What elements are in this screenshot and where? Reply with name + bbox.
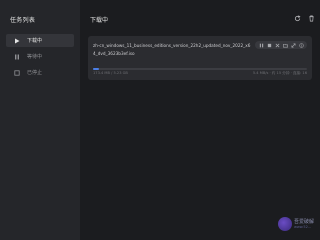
sidebar-item-waiting[interactable]: 等待中 [6, 50, 74, 63]
open-folder-button[interactable] [282, 42, 288, 48]
page-title: 下载中 [90, 17, 109, 24]
task-name: zh-cn_windows_11_business_editions_versi… [93, 43, 251, 56]
speed-info: 5.4 MB/s · 约 15 分钟 · 连接: 16 [252, 71, 307, 75]
watermark: 吾爱破解 www.52... [277, 217, 314, 231]
sidebar-title: 任务列表 [10, 17, 36, 24]
pause-task-button[interactable] [258, 42, 264, 48]
close-icon [275, 43, 279, 47]
progress-bar [93, 68, 307, 70]
task-card[interactable]: zh-cn_windows_11_business_editions_versi… [88, 36, 312, 80]
task-toolbar [255, 41, 307, 49]
pause-icon [12, 54, 22, 60]
play-icon [12, 38, 22, 44]
refresh-button[interactable] [293, 14, 302, 23]
stop-task-button[interactable] [266, 42, 272, 48]
app-window: 任务列表 下载中 等待中 已停止 下载中 zh-cn_windows_11_bu… [0, 0, 320, 240]
clear-button[interactable] [307, 14, 316, 23]
progress-fill [93, 68, 100, 70]
copy-link-button[interactable] [290, 42, 296, 48]
stop-icon [267, 43, 271, 47]
sidebar-item-label: 已停止 [27, 70, 43, 76]
pause-icon [259, 43, 263, 47]
folder-icon [282, 43, 288, 47]
downloaded-size: 173.4 MB / 5.23 GB [93, 71, 128, 75]
delete-task-button[interactable] [274, 42, 280, 48]
sidebar: 任务列表 下载中 等待中 已停止 [0, 0, 80, 240]
sidebar-item-downloading[interactable]: 下载中 [6, 34, 74, 47]
info-icon [298, 42, 304, 48]
main-panel: 下载中 zh-cn_windows_11_business_editions_v… [80, 0, 320, 240]
task-stats: 173.4 MB / 5.23 GB 5.4 MB/s · 约 15 分钟 · … [93, 71, 307, 75]
sidebar-item-stopped[interactable]: 已停止 [6, 66, 74, 79]
sidebar-item-label: 等待中 [27, 54, 43, 60]
stop-icon [12, 69, 22, 76]
task-info-button[interactable] [298, 42, 304, 48]
link-icon [291, 43, 295, 47]
watermark-logo-icon [277, 217, 292, 231]
sidebar-item-label: 下载中 [27, 38, 43, 44]
trash-icon [309, 15, 314, 22]
refresh-icon [294, 15, 301, 22]
watermark-url: www.52... [293, 225, 312, 229]
